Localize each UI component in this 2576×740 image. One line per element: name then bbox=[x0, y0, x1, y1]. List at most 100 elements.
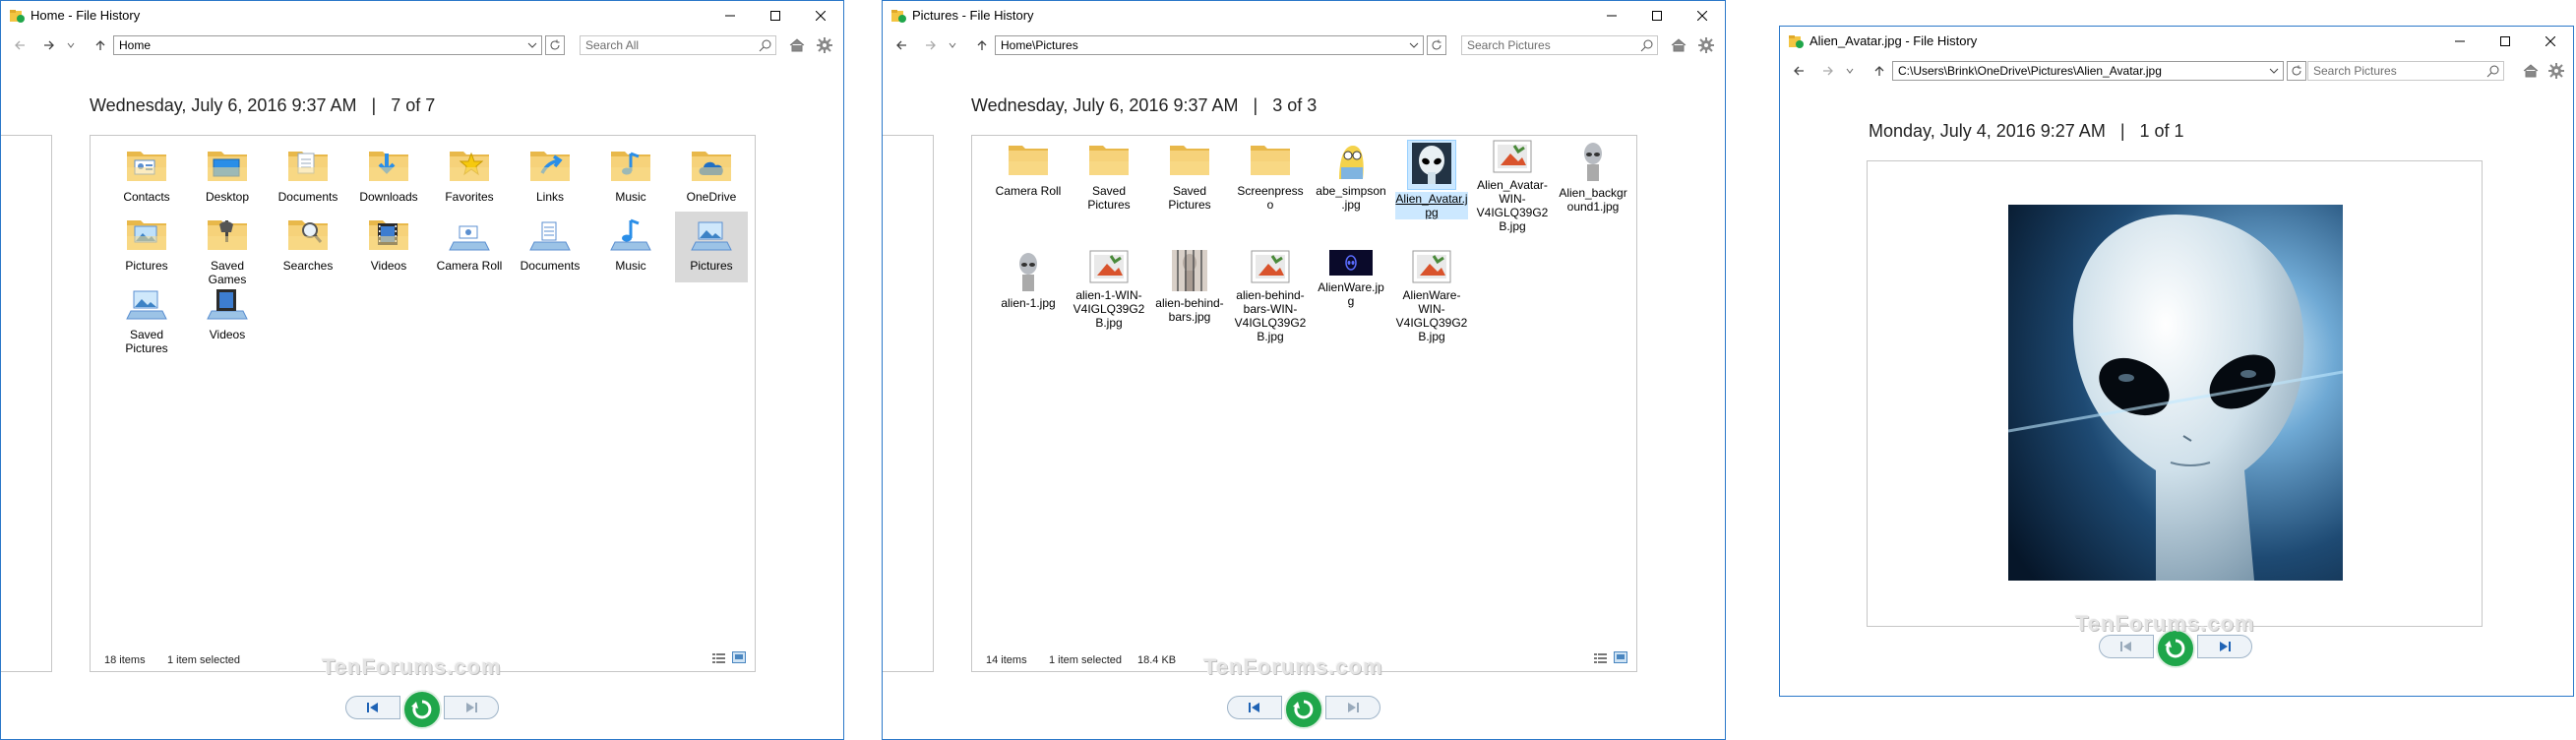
file-item[interactable]: Music bbox=[594, 215, 667, 273]
address-dropdown-chevron-icon[interactable] bbox=[2267, 64, 2281, 78]
minimize-button[interactable] bbox=[707, 1, 753, 31]
file-item[interactable]: Saved Pictures bbox=[1073, 140, 1145, 212]
file-item-label: Documents bbox=[277, 190, 338, 204]
previous-snapshot-panel[interactable] bbox=[883, 135, 934, 672]
file-item[interactable]: Contacts bbox=[110, 146, 183, 204]
previous-version-button[interactable] bbox=[2099, 635, 2154, 658]
file-item-label: Pictures bbox=[125, 259, 168, 273]
file-item[interactable]: Saved Games bbox=[191, 215, 264, 286]
recent-locations-chevron-icon[interactable] bbox=[1841, 62, 1859, 80]
refresh-button[interactable] bbox=[2287, 61, 2306, 81]
restore-button[interactable] bbox=[1284, 690, 1323, 729]
forward-arrow-icon[interactable] bbox=[922, 36, 940, 54]
close-button[interactable] bbox=[1680, 1, 1725, 31]
file-item[interactable]: AlienWare-WIN-V4IGLQ39G2B.jpg bbox=[1395, 250, 1468, 343]
home-icon[interactable] bbox=[788, 36, 806, 54]
file-item[interactable]: Searches bbox=[272, 215, 344, 273]
next-icon bbox=[2220, 642, 2231, 651]
search-icon bbox=[1640, 39, 1653, 52]
recent-locations-chevron-icon[interactable] bbox=[62, 36, 80, 54]
file-item[interactable]: Desktop bbox=[191, 146, 264, 204]
file-item-label: Documents bbox=[520, 259, 581, 273]
close-button[interactable] bbox=[798, 1, 843, 31]
settings-gear-icon[interactable] bbox=[1697, 36, 1715, 54]
file-item[interactable]: alien-1.jpg bbox=[992, 250, 1065, 310]
file-item[interactable]: Pictures bbox=[110, 215, 183, 273]
details-view-icon[interactable] bbox=[1594, 652, 1608, 664]
next-version-button[interactable] bbox=[444, 696, 499, 719]
file-item[interactable]: Documents bbox=[272, 146, 344, 204]
file-item[interactable]: Favorites bbox=[433, 146, 506, 204]
details-view-icon[interactable] bbox=[712, 652, 726, 664]
file-item[interactable]: Videos bbox=[352, 215, 425, 273]
titlebar[interactable]: Home - File History bbox=[1, 1, 843, 31]
large-icons-view-icon[interactable] bbox=[1614, 651, 1627, 663]
file-item[interactable]: alien-behind-bars-WIN-V4IGLQ39G2B.jpg bbox=[1234, 250, 1307, 343]
file-item[interactable]: Saved Pictures bbox=[110, 283, 183, 355]
address-bar[interactable]: Home\Pictures bbox=[995, 35, 1424, 55]
file-item[interactable]: Music bbox=[594, 146, 667, 204]
next-version-button[interactable] bbox=[1325, 696, 1380, 719]
file-item[interactable]: AlienWare.jpg bbox=[1315, 250, 1387, 308]
recent-locations-chevron-icon[interactable] bbox=[944, 36, 961, 54]
file-item[interactable]: abe_simpson.jpg bbox=[1315, 140, 1387, 212]
file-item-label: alien-1-WIN-V4IGLQ39G2B.jpg bbox=[1073, 288, 1145, 330]
file-item[interactable]: alien-1-WIN-V4IGLQ39G2B.jpg bbox=[1073, 250, 1145, 330]
titlebar[interactable]: Alien_Avatar.jpg - File History bbox=[1780, 27, 2573, 56]
settings-gear-icon[interactable] bbox=[2547, 62, 2565, 80]
back-arrow-icon[interactable] bbox=[892, 36, 910, 54]
search-box[interactable]: Search Pictures bbox=[1461, 35, 1658, 55]
up-arrow-icon[interactable] bbox=[92, 36, 109, 54]
documents-library-icon bbox=[514, 215, 586, 257]
titlebar[interactable]: Pictures - File History bbox=[883, 1, 1725, 31]
maximize-button[interactable] bbox=[2483, 27, 2528, 56]
file-item[interactable]: Screenpresso bbox=[1234, 140, 1307, 212]
settings-gear-icon[interactable] bbox=[816, 36, 833, 54]
home-icon[interactable] bbox=[2522, 62, 2540, 80]
previous-version-button[interactable] bbox=[345, 696, 400, 719]
file-item[interactable]: Camera Roll bbox=[433, 215, 506, 273]
address-bar[interactable]: C:\Users\Brink\OneDrive\Pictures\Alien_A… bbox=[1892, 61, 2284, 81]
maximize-button[interactable] bbox=[1634, 1, 1680, 31]
back-arrow-icon[interactable] bbox=[1790, 62, 1808, 80]
search-box[interactable]: Search Pictures bbox=[2307, 61, 2504, 81]
snapshot-header: Wednesday, July 6, 2016 9:37 AM | 7 of 7 bbox=[90, 95, 435, 116]
minimize-button[interactable] bbox=[1589, 1, 1634, 31]
file-item[interactable]: OneDrive bbox=[675, 146, 748, 204]
back-arrow-icon[interactable] bbox=[11, 36, 29, 54]
file-item[interactable]: Pictures bbox=[675, 212, 748, 282]
up-arrow-icon[interactable] bbox=[973, 36, 991, 54]
search-placeholder: Search Pictures bbox=[2313, 64, 2397, 78]
address-bar[interactable]: Home bbox=[113, 35, 542, 55]
file-item[interactable]: Videos bbox=[191, 283, 264, 341]
restore-button[interactable] bbox=[402, 690, 442, 729]
alien-thumbnail-icon bbox=[992, 250, 1065, 294]
next-version-button[interactable] bbox=[2197, 635, 2252, 658]
search-box[interactable]: Search All bbox=[580, 35, 776, 55]
previous-snapshot-panel[interactable] bbox=[1, 135, 52, 672]
address-dropdown-chevron-icon[interactable] bbox=[1407, 38, 1421, 52]
file-item[interactable]: Alien_Avatar-WIN-V4IGLQ39G2B.jpg bbox=[1476, 140, 1549, 233]
up-arrow-icon[interactable] bbox=[1871, 62, 1888, 80]
forward-arrow-icon[interactable] bbox=[40, 36, 58, 54]
close-button[interactable] bbox=[2528, 27, 2573, 56]
refresh-button[interactable] bbox=[545, 35, 565, 55]
file-item[interactable]: Alien_background1.jpg bbox=[1557, 140, 1629, 214]
forward-arrow-icon[interactable] bbox=[1819, 62, 1837, 80]
refresh-button[interactable] bbox=[1427, 35, 1446, 55]
file-item[interactable]: Links bbox=[514, 146, 586, 204]
file-item[interactable]: Documents bbox=[514, 215, 586, 273]
file-item[interactable]: Alien_Avatar.jpg bbox=[1395, 140, 1468, 219]
home-icon[interactable] bbox=[1670, 36, 1687, 54]
file-item[interactable]: Camera Roll bbox=[992, 140, 1065, 198]
item-count: 14 items bbox=[986, 654, 1027, 666]
file-item[interactable]: Downloads bbox=[352, 146, 425, 204]
minimize-button[interactable] bbox=[2437, 27, 2483, 56]
snapshot-date: Wednesday, July 6, 2016 9:37 AM bbox=[971, 95, 1239, 115]
maximize-button[interactable] bbox=[753, 1, 798, 31]
address-dropdown-chevron-icon[interactable] bbox=[525, 38, 539, 52]
file-item[interactable]: alien-behind-bars.jpg bbox=[1153, 250, 1226, 324]
previous-version-button[interactable] bbox=[1227, 696, 1282, 719]
large-icons-view-icon[interactable] bbox=[732, 651, 746, 663]
file-item[interactable]: Saved Pictures bbox=[1153, 140, 1226, 212]
